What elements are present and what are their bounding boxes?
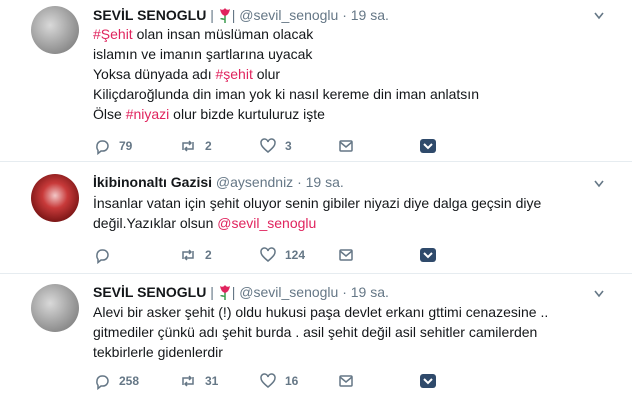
dm-button[interactable]	[337, 371, 355, 391]
like-count: 16	[285, 374, 299, 388]
reply-icon	[96, 375, 109, 390]
like-button[interactable]: 3	[259, 136, 292, 156]
tulip-icon	[219, 8, 230, 23]
dm-icon	[339, 140, 353, 152]
caret-down-icon[interactable]	[594, 12, 604, 20]
tweet-text-span: Alevi bir asker şehit (!) oldu hukusi pa…	[93, 304, 549, 360]
tweet-link[interactable]: #Şehit	[93, 26, 133, 42]
like-icon	[260, 373, 276, 388]
handle[interactable]: @sevil_senoglu	[239, 7, 338, 23]
tweet-link[interactable]: #şehit	[215, 66, 252, 82]
display-name[interactable]: İkibinonaltı Gazisi	[93, 174, 212, 190]
tweet[interactable]: SEVİL SENOGLU | | @sevil_senoglu · 19 sa…	[0, 274, 632, 401]
display-name[interactable]: SEVİL SENOGLU	[93, 7, 206, 23]
more-button[interactable]	[419, 136, 437, 156]
like-button[interactable]: 124	[259, 245, 305, 265]
retweet-icon	[182, 140, 194, 152]
reply-button[interactable]: 79	[93, 136, 132, 156]
reply-icon	[96, 249, 109, 264]
tweet-link[interactable]: @sevil_senoglu	[217, 215, 316, 231]
retweet-count: 31	[205, 374, 219, 388]
retweet-icon	[182, 375, 194, 387]
reply-icon	[96, 140, 109, 155]
more-button[interactable]	[419, 371, 437, 391]
timestamp[interactable]: · 19 sa.	[297, 174, 344, 190]
retweet-count: 2	[205, 248, 212, 262]
like-button[interactable]: 16	[259, 371, 298, 391]
retweet-count: 2	[205, 139, 212, 153]
dm-icon	[339, 375, 353, 387]
name-separator: |	[210, 7, 214, 23]
caret-down-icon[interactable]	[594, 290, 604, 298]
tweet[interactable]: SEVİL SENOGLU | | @sevil_senoglu · 19 sa…	[0, 0, 632, 160]
dm-button[interactable]	[337, 136, 355, 156]
avatar[interactable]	[31, 174, 79, 222]
like-icon	[260, 247, 276, 262]
retweet-button[interactable]: 2	[179, 136, 212, 156]
like-count: 124	[285, 248, 306, 262]
like-icon	[260, 138, 276, 153]
caret-down-icon	[420, 248, 436, 262]
tweet-header: SEVİL SENOGLU | | @sevil_senoglu · 19 sa…	[93, 7, 389, 23]
reply-count: 79	[119, 139, 133, 153]
reply-button[interactable]	[93, 245, 119, 265]
handle[interactable]: @sevil_senoglu	[239, 284, 338, 300]
reply-button[interactable]: 258	[93, 371, 139, 391]
dm-icon	[339, 249, 353, 261]
tweet-text: Alevi bir asker şehit (!) oldu hukusi pa…	[93, 302, 593, 362]
caret-down-icon	[420, 374, 436, 388]
timestamp[interactable]: · 19 sa.	[342, 7, 389, 23]
tweet-text-span: olur bizde kurtuluruz işte	[169, 106, 325, 122]
retweet-button[interactable]: 31	[179, 371, 218, 391]
tulip-icon	[219, 285, 230, 300]
tweet[interactable]: İkibinonaltı Gazisi @aysendniz · 19 sa. …	[0, 162, 632, 272]
caret-down-icon[interactable]	[594, 180, 604, 188]
retweet-icon	[182, 249, 194, 261]
tweet-header: İkibinonaltı Gazisi @aysendniz · 19 sa.	[93, 173, 344, 191]
tweet-link[interactable]: #niyazi	[126, 106, 170, 122]
avatar[interactable]	[31, 284, 79, 332]
name-separator: |	[210, 284, 214, 300]
avatar[interactable]	[31, 6, 79, 54]
retweet-button[interactable]: 2	[179, 245, 212, 265]
more-button[interactable]	[419, 245, 437, 265]
like-count: 3	[285, 139, 292, 153]
caret-down-icon	[420, 139, 436, 153]
display-name[interactable]: SEVİL SENOGLU	[93, 284, 206, 300]
dm-button[interactable]	[337, 245, 355, 265]
tweet-text: #Şehit olan insan müslüman olacak islamı…	[93, 24, 593, 124]
handle[interactable]: @aysendniz	[216, 174, 293, 190]
tweet-text: İnsanlar vatan için şehit oluyor senin g…	[93, 193, 593, 233]
reply-count: 258	[119, 374, 140, 388]
timestamp[interactable]: · 19 sa.	[342, 284, 389, 300]
tweet-header: SEVİL SENOGLU | | @sevil_senoglu · 19 sa…	[93, 284, 389, 300]
tweet-text-span: İnsanlar vatan için şehit oluyor senin g…	[93, 195, 542, 231]
